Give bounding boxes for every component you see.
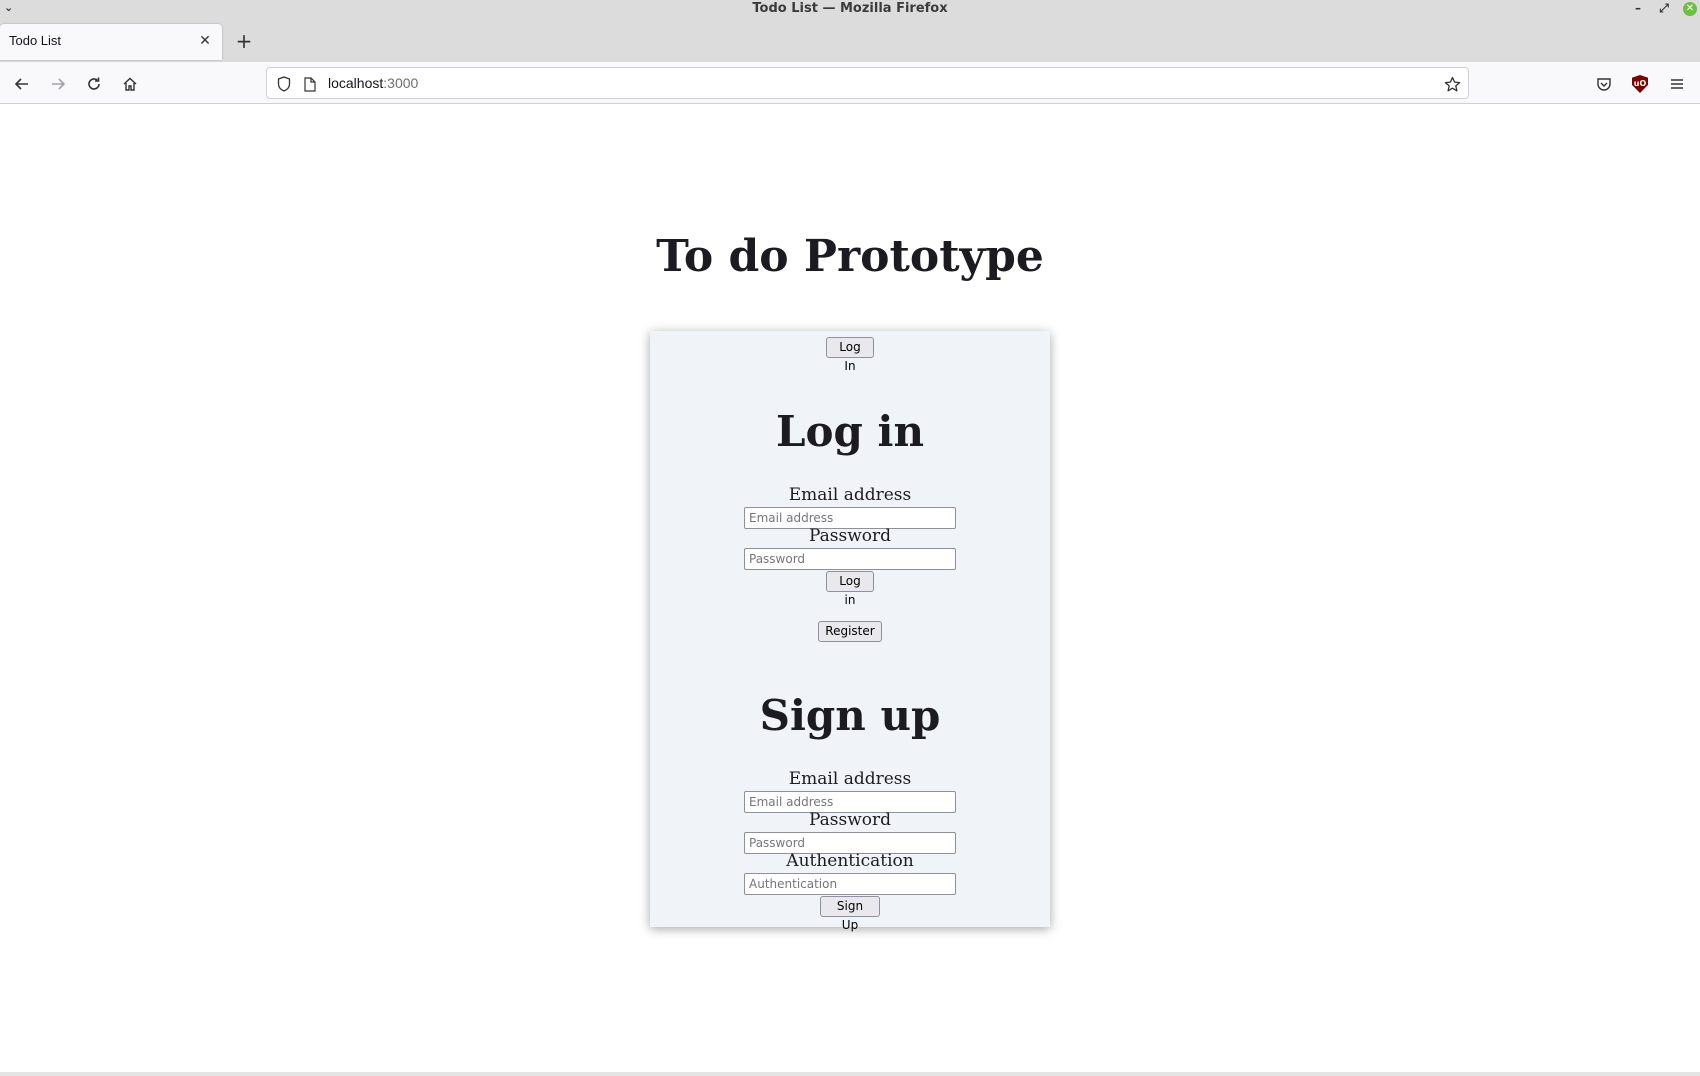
new-tab-button[interactable]: + [232,30,256,54]
window-title: Todo List — Mozilla Firefox [752,1,948,16]
register-button[interactable]: Register [818,621,882,642]
ublock-icon[interactable]: uO [1627,71,1653,97]
login-email-label: Email address [788,485,912,505]
restore-icon[interactable]: ⤢ [1654,0,1674,18]
url-port: :3000 [383,75,419,91]
window-menu-icon[interactable]: ⌄ [4,0,13,16]
signup-auth-input[interactable] [744,873,956,895]
signup-email-label: Email address [788,769,912,789]
nav-toolbar: localhost:3000 uO [0,62,1700,104]
url-text: localhost:3000 [328,75,418,91]
login-heading: Log in [775,407,925,456]
minimize-icon[interactable]: – [1628,0,1648,18]
menu-icon[interactable] [1664,71,1690,97]
window-titlebar: ⌄ Todo List — Mozilla Firefox – ⤢ ✕ [0,0,1700,18]
tab-todo-list[interactable]: Todo List ✕ [0,24,222,60]
page-content: To do Prototype Log In Log in Email addr… [0,105,1700,1076]
toggle-login-button[interactable]: Log In [826,337,874,373]
back-icon[interactable] [9,71,35,97]
ublock-badge: uO [1632,75,1648,93]
pocket-icon[interactable] [1591,71,1617,97]
login-submit-button[interactable]: Log in [826,571,874,607]
page-icon[interactable] [301,75,319,93]
forward-icon[interactable] [45,71,71,97]
url-bar[interactable]: localhost:3000 [266,67,1469,99]
signup-auth-label: Authentication [786,851,914,871]
page-bottom-edge [0,1072,1700,1076]
window-close-icon[interactable]: ✕ [1683,2,1697,16]
url-host: localhost [328,75,384,91]
reload-icon[interactable] [81,71,107,97]
page-title: To do Prototype [656,231,1044,282]
home-icon[interactable] [117,71,143,97]
login-password-label: Password [808,526,892,546]
signup-submit-button[interactable]: Sign Up [820,896,880,932]
shield-icon[interactable] [275,75,293,93]
tab-close-icon[interactable]: ✕ [196,32,214,50]
auth-card: Log In Log in Email address Password Log… [650,331,1050,932]
bookmark-star-icon[interactable] [1442,74,1462,94]
tab-title: Todo List [9,33,62,48]
signup-password-label: Password [808,810,892,830]
tab-strip: Todo List ✕ + [0,18,1700,62]
signup-heading: Sign up [759,691,941,740]
login-password-input[interactable] [744,548,956,570]
